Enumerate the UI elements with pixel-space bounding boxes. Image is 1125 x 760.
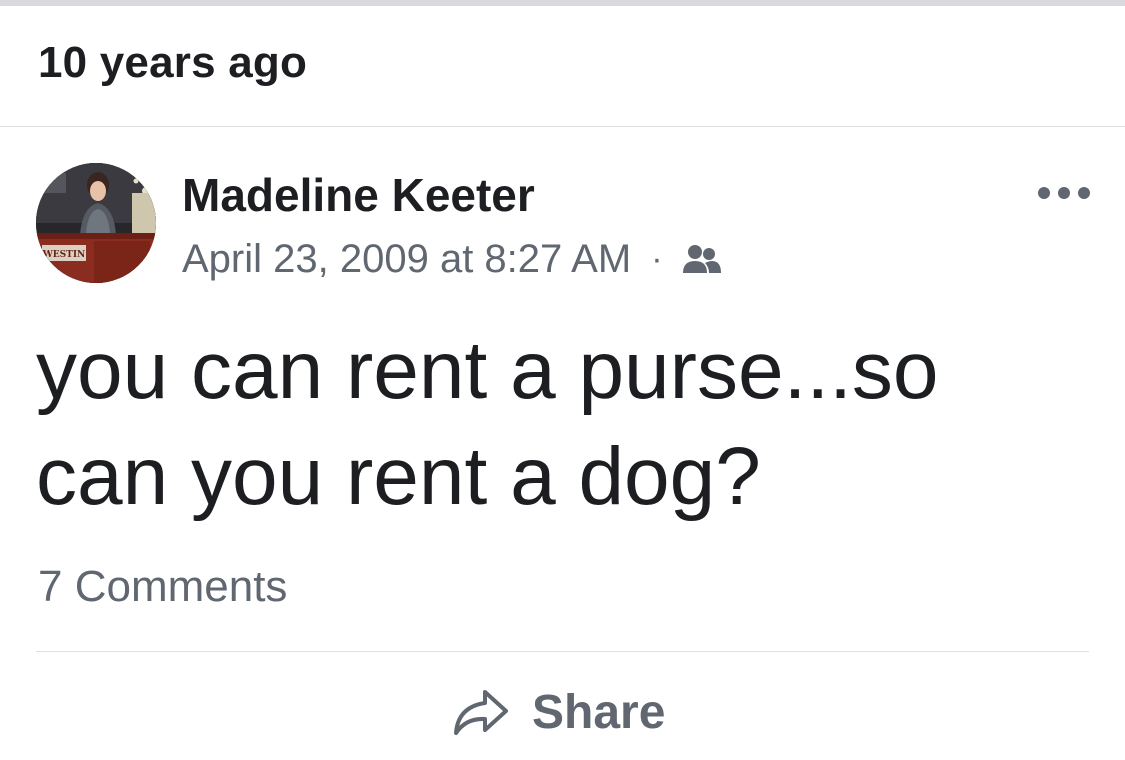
post-text-line-1: you can rent a purse...so [36, 325, 939, 416]
memory-header: 10 years ago [38, 38, 308, 87]
avatar-photo: WESTIN [36, 163, 156, 283]
meta-separator: · [651, 239, 663, 278]
header-divider [0, 126, 1125, 127]
post-text: you can rent a purse...so can you rent a… [36, 318, 1086, 530]
share-label: Share [532, 685, 666, 739]
more-options-icon [1038, 187, 1090, 199]
share-button[interactable]: Share [452, 682, 665, 742]
actions-divider [36, 651, 1089, 652]
friends-icon[interactable] [681, 243, 721, 275]
top-divider-strip [0, 0, 1125, 6]
more-options-button[interactable] [1036, 178, 1092, 208]
post-meta: April 23, 2009 at 8:27 AM · [182, 234, 721, 284]
avatar-sign-text: WESTIN [42, 250, 86, 260]
author-avatar[interactable]: WESTIN [36, 163, 156, 283]
post-timestamp[interactable]: April 23, 2009 at 8:27 AM [182, 237, 631, 282]
post-text-line-2: can you rent a dog? [36, 431, 761, 522]
comments-count[interactable]: 7 Comments [38, 562, 287, 612]
share-arrow-icon [454, 690, 508, 735]
author-name[interactable]: Madeline Keeter [182, 168, 535, 222]
